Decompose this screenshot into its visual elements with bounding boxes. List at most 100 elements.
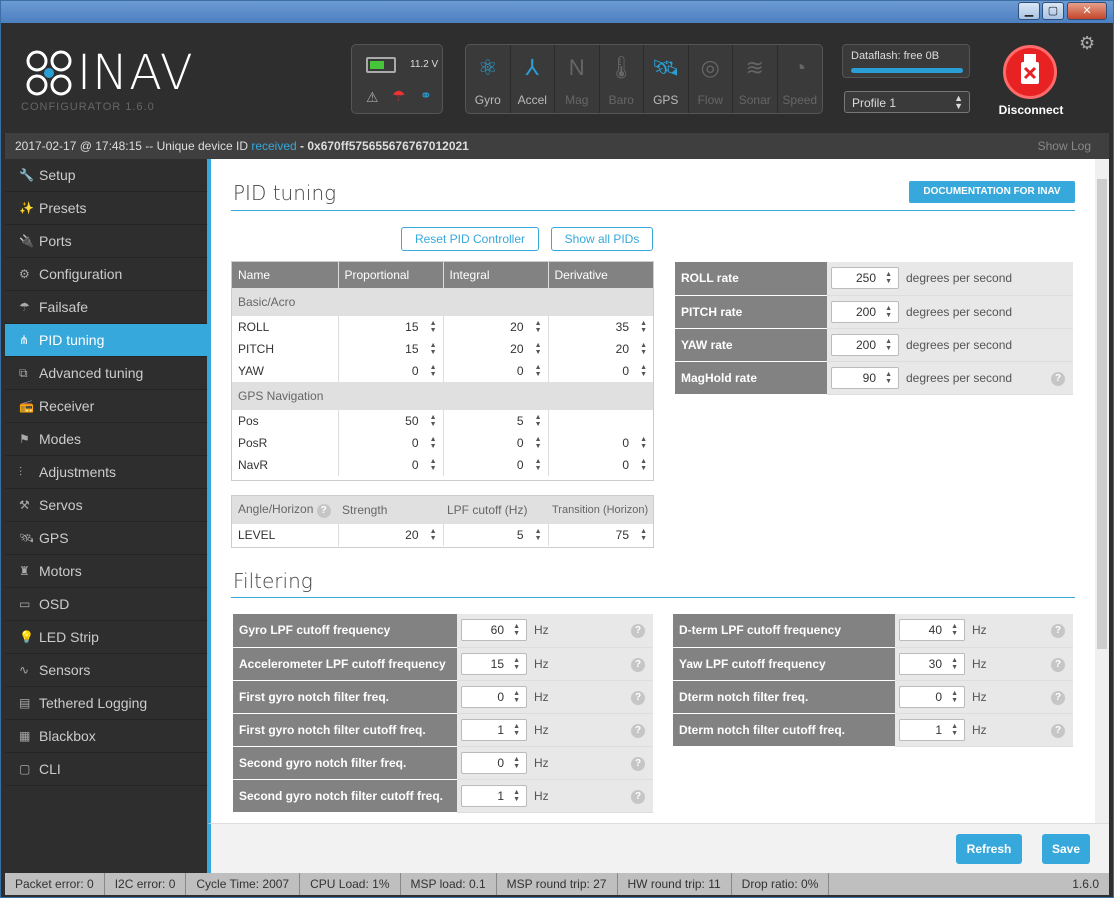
nav-motors[interactable]: ♜ Motors [5, 555, 207, 588]
posr-d-input[interactable]: 0 ▲ ▼ [548, 432, 653, 454]
gyro-notch1-cutoff-input[interactable]: 1 ▲ ▼ [461, 718, 527, 741]
wand-icon: ✨ [19, 201, 34, 215]
documentation-button[interactable]: DOCUMENTATION FOR INAV [909, 181, 1075, 203]
pitch-i-input[interactable]: 20 ▲ ▼ [443, 338, 549, 360]
pitch-p-input[interactable]: 15 ▲ ▼ [338, 338, 444, 360]
refresh-button[interactable]: Refresh [956, 834, 1022, 864]
gyro-notch2-freq-input[interactable]: 0 ▲ ▼ [461, 751, 527, 774]
roll-d-input[interactable]: 35 ▲ ▼ [548, 316, 653, 338]
help-icon[interactable]: ? [631, 789, 645, 804]
profile-select[interactable]: Profile 1 ▲ ▼ [844, 91, 970, 113]
roll-rate-input[interactable]: 250 ▲ ▼ [831, 267, 899, 290]
gyro-notch2-cutoff-input[interactable]: 1 ▲ ▼ [461, 784, 527, 807]
nav-failsafe[interactable]: ☂ Failsafe [5, 291, 207, 324]
reset-pid-button[interactable]: Reset PID Controller [401, 227, 539, 251]
level-strength-input[interactable]: 20 ▲ ▼ [338, 524, 444, 546]
link-icon: ⚭ [420, 87, 432, 103]
nav-presets[interactable]: ✨ Presets [5, 192, 207, 225]
advanced-icon: ⧉ [19, 365, 28, 380]
roll-i-input[interactable]: 20 ▲ ▼ [443, 316, 549, 338]
dterm-notch-cutoff-input[interactable]: 1 ▲ ▼ [899, 718, 965, 741]
nav-configuration[interactable]: ⚙ Configuration [5, 258, 207, 291]
nav-adjustments[interactable]: ⫶ Adjustments [5, 456, 207, 489]
help-icon[interactable]: ? [1051, 371, 1065, 386]
close-button[interactable]: ✕ [1067, 2, 1107, 20]
sensor-accel: ⅄ Accel [511, 45, 555, 113]
log-status: received [251, 139, 297, 153]
nav-receiver[interactable]: 📻 Receiver [5, 390, 207, 423]
nav-modes[interactable]: ⚑ Modes [5, 423, 207, 456]
main-content: PID tuning DOCUMENTATION FOR INAV Reset … [207, 159, 1095, 823]
nav-servos[interactable]: ⚒ Servos [5, 489, 207, 522]
pos-p-input[interactable]: 50 ▲ ▼ [338, 410, 444, 432]
app-window: ▁ ▢ ✕ INAV CONFIGURATOR 1.6.0 11.2 V ⚠ ☂… [0, 0, 1114, 898]
nav-osd[interactable]: ▭ OSD [5, 588, 207, 621]
yaw-p-input[interactable]: 0 ▲ ▼ [338, 360, 444, 382]
minimize-button[interactable]: ▁ [1018, 2, 1040, 20]
level-transition-input[interactable]: 75 ▲ ▼ [548, 524, 653, 546]
nav-tethered-logging[interactable]: ▤ Tethered Logging [5, 687, 207, 720]
help-icon[interactable]: ? [631, 657, 645, 672]
filtering-divider [231, 597, 1075, 598]
navr-d-input[interactable]: 0 ▲ ▼ [548, 454, 653, 476]
nav-advanced-tuning[interactable]: ⧉ Advanced tuning [5, 357, 207, 390]
table-row: ROLL 15 ▲ ▼ 20 ▲ ▼ 35 ▲ ▼ [232, 316, 653, 338]
help-icon[interactable]: ? [1051, 690, 1065, 705]
gyro-notch1-freq-input[interactable]: 0 ▲ ▼ [461, 685, 527, 708]
help-icon[interactable]: ? [1051, 723, 1065, 738]
settings-gear-icon[interactable]: ⚙ [1079, 33, 1095, 54]
accel-lpf-input[interactable]: 15 ▲ ▼ [461, 652, 527, 675]
help-icon[interactable]: ? [631, 723, 645, 738]
status-hw-round-trip: HW round trip: 11 [618, 873, 732, 895]
help-icon[interactable]: ? [631, 624, 645, 638]
help-icon[interactable]: ? [1051, 624, 1065, 638]
pitch-d-input[interactable]: 20 ▲ ▼ [548, 338, 653, 360]
nav-ports[interactable]: 🔌 Ports [5, 225, 207, 258]
gyro-lpf-input[interactable]: 60 ▲ ▼ [461, 619, 527, 642]
dterm-notch-freq-input[interactable]: 0 ▲ ▼ [899, 685, 965, 708]
yaw-d-input[interactable]: 0 ▲ ▼ [548, 360, 653, 382]
nav-cli[interactable]: ▢ CLI [5, 753, 207, 786]
dataflash-panel: Dataflash: free 0B [842, 44, 970, 78]
yaw-rate-input[interactable]: 200 ▲ ▼ [831, 333, 899, 356]
posr-p-input[interactable]: 0 ▲ ▼ [338, 432, 444, 454]
col-derivative: Derivative [548, 262, 653, 288]
battery-panel: 11.2 V ⚠ ☂ ⚭ [351, 44, 443, 114]
scrollbar-thumb[interactable] [1097, 179, 1107, 649]
sonar-icon: ≋ [745, 55, 764, 80]
navr-p-input[interactable]: 0 ▲ ▼ [338, 454, 444, 476]
nav-blackbox[interactable]: ▦ Blackbox [5, 720, 207, 753]
help-icon[interactable]: ? [316, 504, 331, 518]
nav-gps[interactable]: 🛰 GPS [5, 522, 207, 555]
content-scrollbar[interactable] [1095, 159, 1109, 823]
status-drop-ratio: Drop ratio: 0% [732, 873, 830, 895]
help-icon[interactable]: ? [631, 690, 645, 705]
header: INAV CONFIGURATOR 1.6.0 11.2 V ⚠ ☂ ⚭ ⚛ Gy… [5, 23, 1109, 133]
help-icon[interactable]: ? [631, 756, 645, 771]
pos-i-input[interactable]: 5 ▲ ▼ [443, 410, 549, 432]
dterm-lpf-input[interactable]: 40 ▲ ▼ [899, 619, 965, 642]
maximize-button[interactable]: ▢ [1042, 2, 1064, 20]
roll-p-input[interactable]: 15 ▲ ▼ [338, 316, 444, 338]
maghold-rate-input[interactable]: 90 ▲ ▼ [831, 366, 899, 389]
pitch-rate-input[interactable]: 200 ▲ ▼ [831, 300, 899, 323]
navr-i-input[interactable]: 0 ▲ ▼ [443, 454, 549, 476]
status-bar: Packet error: 0 I2C error: 0 Cycle Time:… [5, 873, 1109, 895]
posr-i-input[interactable]: 0 ▲ ▼ [443, 432, 549, 454]
yaw-i-input[interactable]: 0 ▲ ▼ [443, 360, 549, 382]
nav-sensors[interactable]: ∿ Sensors [5, 654, 207, 687]
blackbox-icon: ▦ [19, 729, 31, 743]
nav-led-strip[interactable]: 💡 LED Strip [5, 621, 207, 654]
filtering-title: Filtering [233, 569, 313, 593]
disconnect-button[interactable] [1003, 45, 1057, 99]
show-all-pids-button[interactable]: Show all PIDs [551, 227, 653, 251]
level-lpf-input[interactable]: 5 ▲ ▼ [443, 524, 549, 546]
log-icon: ▤ [19, 696, 31, 710]
save-button[interactable]: Save [1042, 834, 1090, 864]
rates-table: ROLL rate 250 ▲ ▼ degrees per second PITCH r… [675, 262, 1073, 395]
help-icon[interactable]: ? [1051, 657, 1065, 672]
nav-pid-tuning[interactable]: ⋔ PID tuning [5, 324, 207, 357]
show-log-link[interactable]: Show Log [1038, 139, 1091, 153]
nav-setup[interactable]: 🔧 Setup [5, 159, 207, 192]
yaw-lpf-input[interactable]: 30 ▲ ▼ [899, 652, 965, 675]
